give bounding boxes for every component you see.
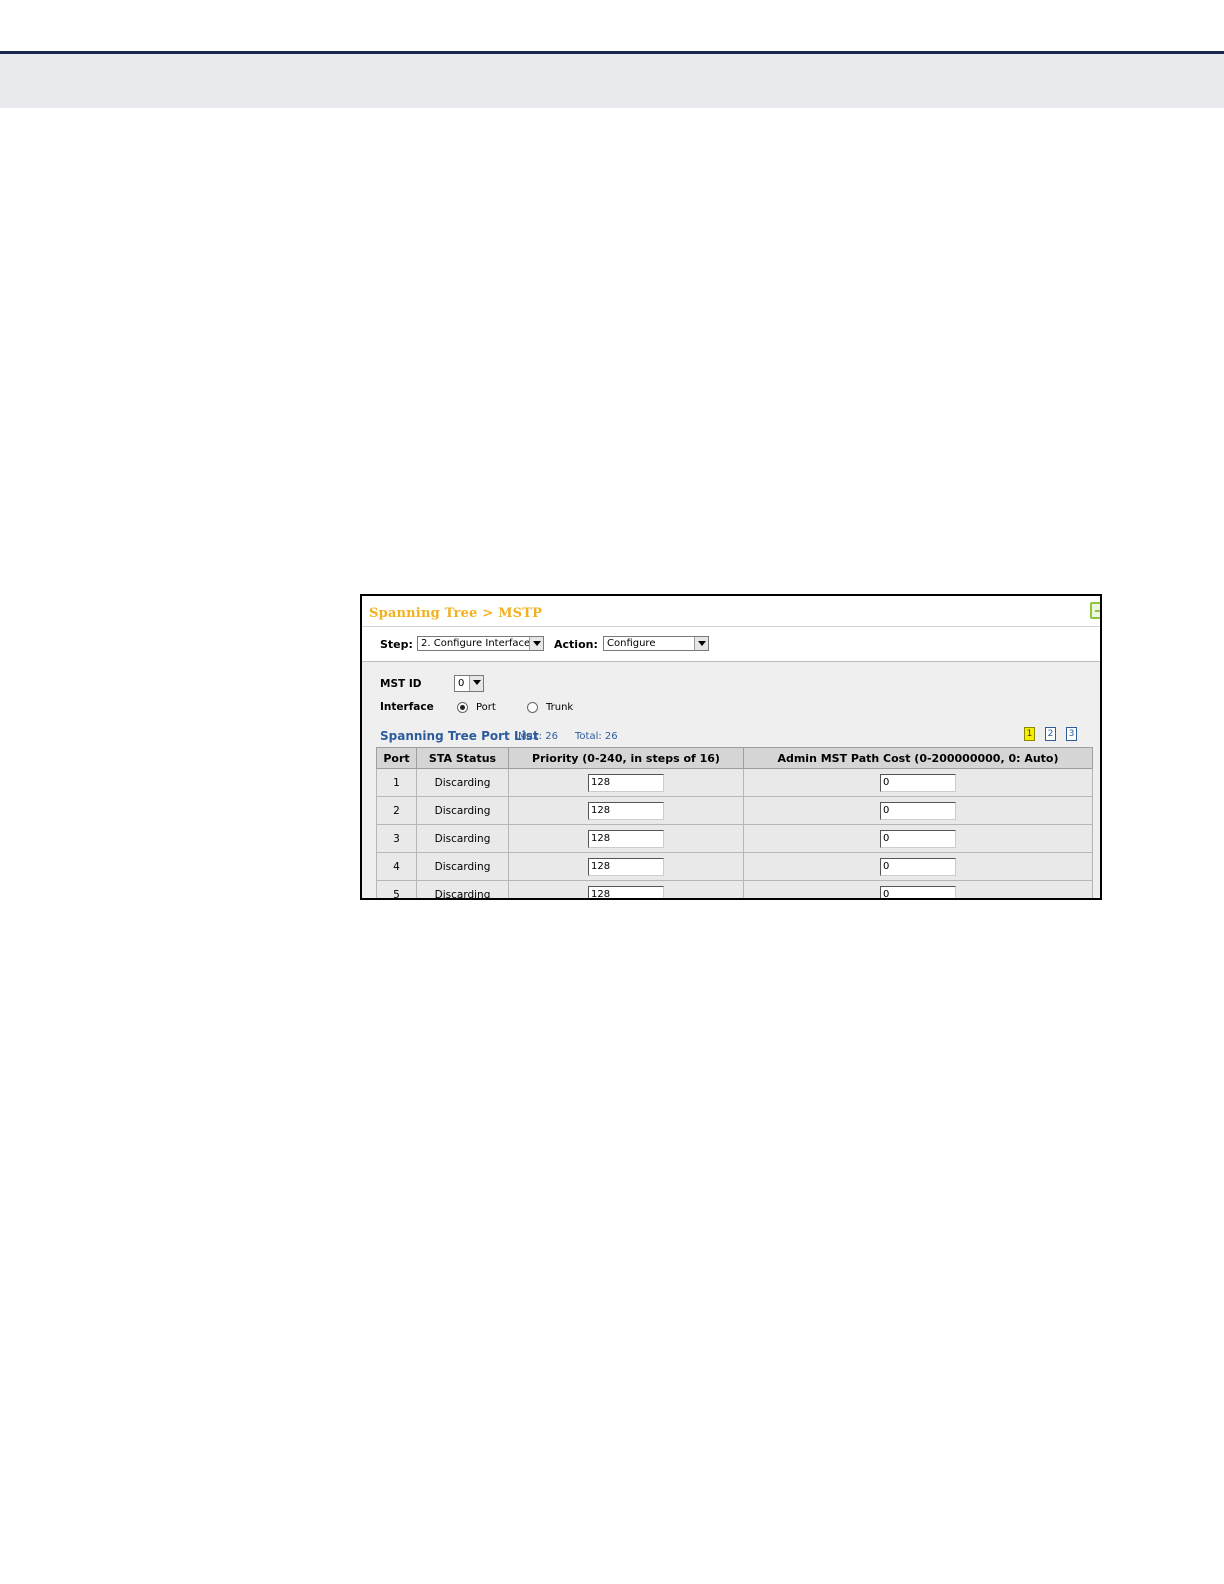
priority-input[interactable]: 128 xyxy=(588,857,664,876)
path-cost-input[interactable]: 0 xyxy=(880,773,956,792)
table-row: 2 Discarding 128 0 xyxy=(376,796,1093,825)
priority-input[interactable]: 128 xyxy=(588,885,664,898)
title-bar: Spanning Tree > MSTP xyxy=(362,596,1100,627)
cell-status: Discarding xyxy=(416,796,509,825)
chevron-down-icon[interactable] xyxy=(529,637,543,650)
col-header-status: STA Status xyxy=(416,747,509,769)
port-table: Port STA Status Priority (0-240, in step… xyxy=(376,747,1093,898)
cell-port: 5 xyxy=(376,880,417,898)
table-row: 5 Discarding 128 0 xyxy=(376,880,1093,898)
path-cost-input[interactable]: 0 xyxy=(880,857,956,876)
cell-port: 3 xyxy=(376,824,417,853)
step-select-value: 2. Configure Interface xyxy=(421,638,531,649)
path-cost-input[interactable]: 0 xyxy=(880,829,956,848)
action-select[interactable]: Configure xyxy=(603,636,709,651)
col-header-cost: Admin MST Path Cost (0-200000000, 0: Aut… xyxy=(743,747,1093,769)
header-band xyxy=(0,54,1224,108)
radio-port-label: Port xyxy=(476,702,496,713)
page-link-2[interactable]: 2 xyxy=(1045,727,1056,741)
mstp-screenshot: Spanning Tree > MSTP Step: 2. Configure … xyxy=(360,594,1102,900)
cell-port: 2 xyxy=(376,796,417,825)
path-cost-input[interactable]: 0 xyxy=(880,801,956,820)
table-row: 3 Discarding 128 0 xyxy=(376,824,1093,853)
action-label: Action: xyxy=(554,638,598,651)
priority-input[interactable]: 128 xyxy=(588,773,664,792)
port-list-total: Total: 26 xyxy=(575,731,618,742)
table-header-row: Port STA Status Priority (0-240, in step… xyxy=(376,747,1093,769)
cell-cost: 0 xyxy=(743,852,1093,881)
page-link-1[interactable]: 1 xyxy=(1024,727,1035,741)
page-link-3[interactable]: 3 xyxy=(1066,727,1077,741)
cell-cost: 0 xyxy=(743,824,1093,853)
radio-port[interactable] xyxy=(457,702,468,713)
step-select[interactable]: 2. Configure Interface xyxy=(417,636,544,651)
table-row: 4 Discarding 128 0 xyxy=(376,852,1093,881)
cell-port: 1 xyxy=(376,768,417,797)
page-icon[interactable] xyxy=(1090,602,1100,619)
cell-priority: 128 xyxy=(508,852,744,881)
chevron-down-icon[interactable] xyxy=(469,676,483,691)
priority-input[interactable]: 128 xyxy=(588,801,664,820)
page-title: Spanning Tree > MSTP xyxy=(369,606,543,621)
cell-port: 4 xyxy=(376,852,417,881)
cell-cost: 0 xyxy=(743,768,1093,797)
mst-id-label: MST ID xyxy=(380,678,422,690)
step-toolbar: Step: 2. Configure Interface Action: Con… xyxy=(362,627,1100,662)
cell-status: Discarding xyxy=(416,768,509,797)
radio-trunk-label: Trunk xyxy=(546,702,574,713)
cell-priority: 128 xyxy=(508,796,744,825)
port-list-title: Spanning Tree Port List xyxy=(380,729,539,743)
table-row: 1 Discarding 128 0 xyxy=(376,768,1093,797)
cell-status: Discarding xyxy=(416,824,509,853)
cell-cost: 0 xyxy=(743,796,1093,825)
mst-id-value: 0 xyxy=(458,678,465,689)
radio-trunk[interactable] xyxy=(527,702,538,713)
col-header-priority: Priority (0-240, in steps of 16) xyxy=(508,747,744,769)
mst-id-select[interactable]: 0 xyxy=(454,675,484,692)
cell-status: Discarding xyxy=(416,880,509,898)
cell-priority: 128 xyxy=(508,768,744,797)
port-list-max: Max: 26 xyxy=(518,731,558,742)
interface-label: Interface xyxy=(380,701,434,713)
cell-cost: 0 xyxy=(743,880,1093,898)
cell-priority: 128 xyxy=(508,880,744,898)
chevron-down-icon[interactable] xyxy=(694,637,708,650)
priority-input[interactable]: 128 xyxy=(588,829,664,848)
path-cost-input[interactable]: 0 xyxy=(880,885,956,898)
cell-priority: 128 xyxy=(508,824,744,853)
col-header-port: Port xyxy=(376,747,417,769)
cell-status: Discarding xyxy=(416,852,509,881)
step-label: Step: xyxy=(380,638,413,651)
action-select-value: Configure xyxy=(607,638,656,649)
